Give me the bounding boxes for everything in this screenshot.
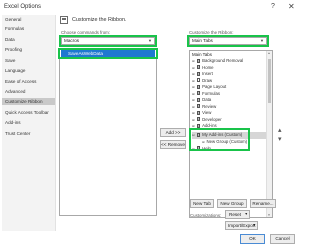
sidebar-item-save[interactable]: Save xyxy=(5,57,55,64)
dialog-title: Excel Options xyxy=(4,4,42,10)
new-group-button[interactable]: New Group xyxy=(217,199,247,208)
remove-button[interactable]: << Remove xyxy=(160,140,186,149)
reset-button[interactable]: Reset ▼ xyxy=(225,210,250,219)
new-tab-button[interactable]: New Tab xyxy=(190,199,214,208)
customizations-label: Customizations: xyxy=(190,213,222,218)
sidebar: General Formulas Data Proofing Save Lang… xyxy=(2,15,56,231)
commands-list[interactable] xyxy=(59,48,157,216)
move-down-icon[interactable]: ▾ xyxy=(278,136,282,143)
sidebar-item-add-ins[interactable]: Add-ins xyxy=(5,119,55,126)
sidebar-item-proofing[interactable]: Proofing xyxy=(5,46,55,53)
cancel-button[interactable]: Cancel xyxy=(270,234,295,244)
page-title: Customize the Ribbon. xyxy=(72,17,127,23)
customize-ribbon-icon xyxy=(60,16,68,24)
import-export-button[interactable]: Import/Export ▼ xyxy=(225,221,258,230)
rename-button[interactable]: Rename... xyxy=(250,199,276,208)
tree-scrollbar[interactable] xyxy=(266,51,272,217)
checkbox[interactable] xyxy=(196,78,201,82)
help-icon[interactable]: ? xyxy=(271,3,275,10)
chevron-down-icon: ▼ xyxy=(252,223,256,227)
sidebar-item-advanced[interactable]: Advanced xyxy=(5,88,55,95)
checkbox[interactable] xyxy=(196,84,201,90)
ok-button[interactable]: OK xyxy=(240,234,265,244)
title-bar xyxy=(0,0,300,16)
scrollbar-thumb[interactable] xyxy=(267,59,271,103)
checkbox[interactable] xyxy=(196,110,201,116)
highlight-custom-tab xyxy=(189,128,250,151)
add-button[interactable]: Add >> xyxy=(160,128,186,137)
sidebar-item-data[interactable]: Data xyxy=(5,36,55,43)
sidebar-item-ease-of-access[interactable]: Ease of Access xyxy=(5,78,55,85)
checkbox[interactable] xyxy=(196,104,201,109)
sidebar-item-trust-center[interactable]: Trust Center xyxy=(5,130,55,137)
checkbox[interactable] xyxy=(196,58,201,64)
checkbox[interactable] xyxy=(196,91,201,96)
checkbox[interactable] xyxy=(196,123,201,129)
checkbox[interactable] xyxy=(196,97,201,103)
sidebar-item-language[interactable]: Language xyxy=(5,67,55,74)
move-up-icon[interactable]: ▴ xyxy=(278,127,282,134)
sidebar-item-general[interactable]: General xyxy=(5,16,55,23)
chevron-down-icon: ▼ xyxy=(244,212,248,216)
close-icon[interactable]: ✕ xyxy=(288,2,295,11)
highlight-customize-ribbon xyxy=(187,35,269,47)
checkbox[interactable] xyxy=(196,71,201,77)
sidebar-item-formulas[interactable]: Formulas xyxy=(5,25,55,32)
checkbox[interactable] xyxy=(196,117,201,122)
checkbox[interactable] xyxy=(196,65,201,70)
highlight-commands-list xyxy=(58,48,158,59)
tree-header: Main Tabs xyxy=(192,52,212,57)
sidebar-item-quick-access-toolbar[interactable]: Quick Access Toolbar xyxy=(5,109,55,116)
highlight-choose-commands xyxy=(59,35,157,47)
sidebar-item-customize-ribbon[interactable]: Customize Ribbon xyxy=(2,98,55,105)
